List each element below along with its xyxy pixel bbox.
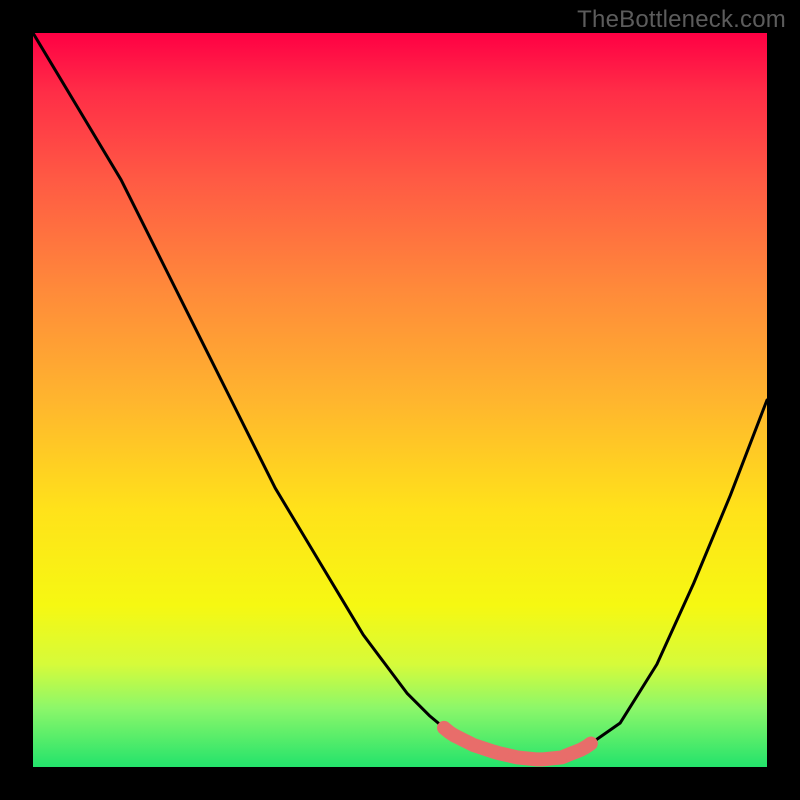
optimal-dot	[497, 749, 508, 760]
optimal-dot	[527, 753, 538, 764]
optimal-dot	[512, 752, 523, 763]
bottleneck-curve	[33, 33, 767, 760]
chart-frame: TheBottleneck.com	[0, 0, 800, 800]
optimal-dot	[483, 744, 494, 755]
optimal-dot	[541, 753, 552, 764]
plot-area	[33, 33, 767, 767]
curve-overlay	[33, 33, 767, 767]
optimal-dot	[556, 752, 567, 763]
watermark: TheBottleneck.com	[577, 6, 786, 34]
optimal-dot	[571, 746, 582, 757]
optimal-dot	[468, 739, 479, 750]
